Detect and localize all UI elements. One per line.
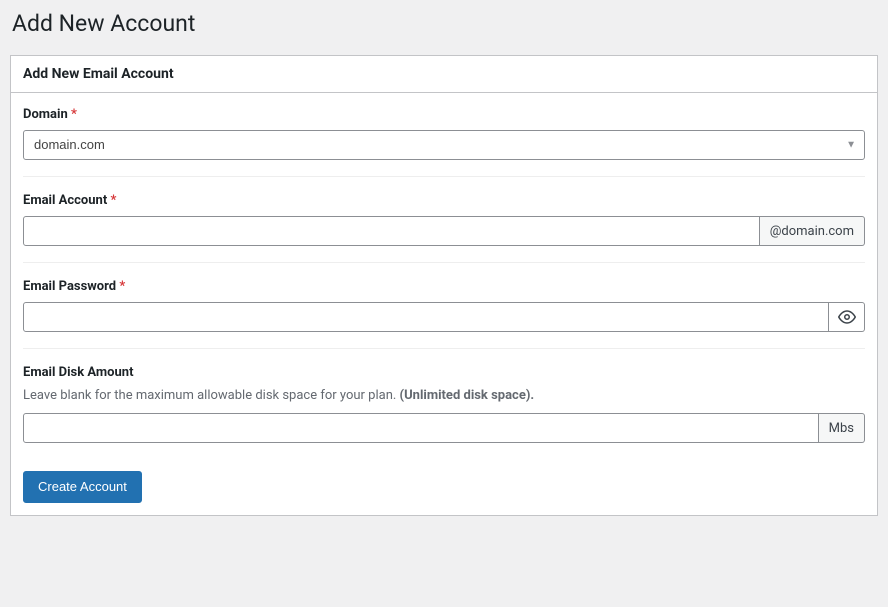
create-account-button[interactable]: Create Account: [23, 471, 142, 503]
toggle-password-button[interactable]: [829, 302, 865, 332]
email-domain-suffix: @domain.com: [760, 216, 865, 246]
disk-amount-input[interactable]: [23, 413, 819, 443]
domain-block: Domain * domain.com ▼: [23, 107, 865, 177]
eye-icon: [838, 308, 856, 326]
disk-amount-block: Email Disk Amount Leave blank for the ma…: [23, 365, 865, 459]
panel-body: Domain * domain.com ▼ Email Account * @d…: [11, 93, 877, 515]
disk-amount-group: Mbs: [23, 413, 865, 443]
disk-amount-help: Leave blank for the maximum allowable di…: [23, 388, 865, 403]
required-marker: *: [119, 279, 125, 294]
domain-select[interactable]: domain.com: [23, 130, 865, 160]
email-password-group: [23, 302, 865, 332]
email-account-block: Email Account * @domain.com: [23, 193, 865, 263]
required-marker: *: [110, 193, 116, 208]
email-account-input[interactable]: [23, 216, 760, 246]
email-password-block: Email Password *: [23, 279, 865, 349]
email-password-label-text: Email Password: [23, 279, 116, 294]
disk-amount-label: Email Disk Amount: [23, 365, 865, 380]
page-title: Add New Account: [10, 10, 878, 37]
domain-label-text: Domain: [23, 107, 68, 122]
domain-select-wrap: domain.com ▼: [23, 130, 865, 160]
disk-amount-unit: Mbs: [819, 413, 865, 443]
panel-header: Add New Email Account: [11, 56, 877, 93]
email-password-input[interactable]: [23, 302, 829, 332]
email-account-label: Email Account *: [23, 193, 865, 208]
disk-amount-help-text: Leave blank for the maximum allowable di…: [23, 388, 400, 403]
domain-label: Domain *: [23, 107, 865, 122]
email-account-group: @domain.com: [23, 216, 865, 246]
add-email-account-panel: Add New Email Account Domain * domain.co…: [10, 55, 878, 516]
email-account-label-text: Email Account: [23, 193, 107, 208]
email-password-label: Email Password *: [23, 279, 865, 294]
disk-amount-help-bold: (Unlimited disk space).: [400, 388, 535, 403]
required-marker: *: [71, 107, 77, 122]
